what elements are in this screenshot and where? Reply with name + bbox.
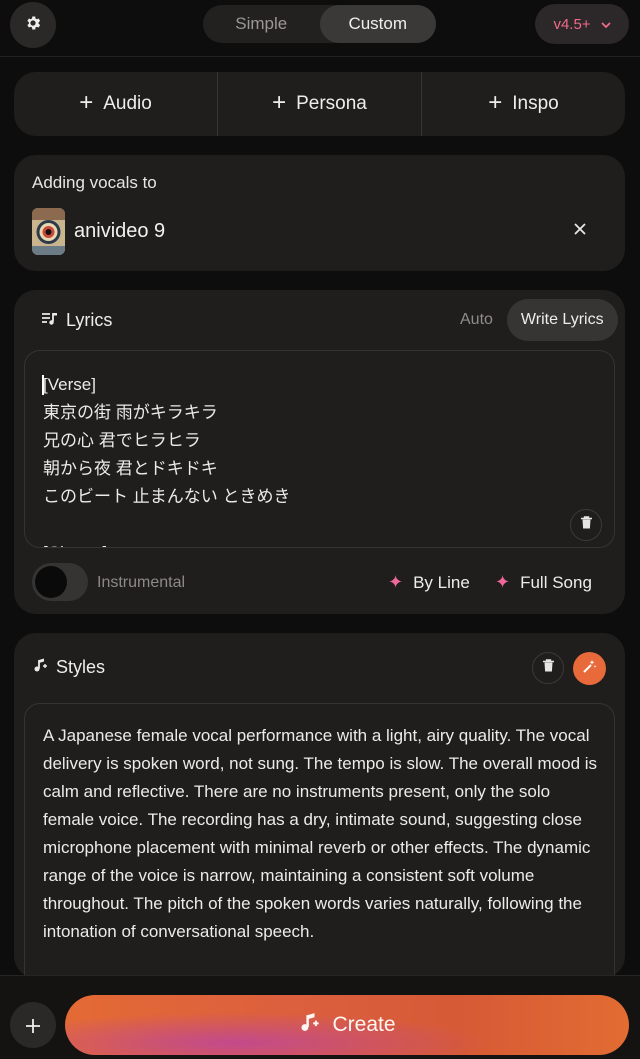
gear-icon bbox=[24, 14, 42, 37]
music-note-icon bbox=[32, 657, 48, 678]
close-icon bbox=[574, 218, 586, 240]
top-bar: Simple Custom v4.5+ bbox=[0, 0, 640, 57]
version-select[interactable]: v4.5+ bbox=[535, 4, 629, 44]
sparkle-icon: ✦ bbox=[495, 572, 511, 592]
add-audio-label: Audio bbox=[103, 93, 152, 114]
chevron-down-icon bbox=[600, 16, 611, 33]
lyrics-header: Lyrics bbox=[42, 310, 112, 331]
create-button[interactable]: Create bbox=[65, 995, 629, 1055]
styles-textarea[interactable]: A Japanese female vocal performance with… bbox=[24, 703, 615, 1003]
lyrics-mode-tabs: Auto Write Lyrics bbox=[446, 299, 618, 341]
generate-styles-button[interactable] bbox=[573, 652, 606, 685]
add-button[interactable] bbox=[10, 1002, 56, 1048]
trash-icon bbox=[542, 659, 554, 677]
lyrics-textarea[interactable]: [Verse] 東京の街 雨がキラキラ 兄の心 君でヒラヒラ 朝から夜 君とドキ… bbox=[24, 350, 615, 548]
add-inspo-label: Inspo bbox=[512, 93, 559, 114]
lyrics-card: Lyrics Auto Write Lyrics [Verse] 東京の街 雨が… bbox=[14, 290, 625, 614]
instrumental-label: Instrumental bbox=[97, 574, 186, 591]
lyrics-text: [Verse] 東京の街 雨がキラキラ 兄の心 君でヒラヒラ 朝から夜 君とドキ… bbox=[43, 375, 291, 547]
magic-wand-icon bbox=[582, 659, 597, 679]
full-song-label: Full Song bbox=[520, 572, 592, 592]
settings-button[interactable] bbox=[10, 2, 56, 48]
instrumental-toggle[interactable] bbox=[32, 563, 88, 601]
tab-custom[interactable]: Custom bbox=[319, 5, 436, 43]
plus-icon: + bbox=[272, 89, 287, 116]
add-inspo-button[interactable]: + Inspo bbox=[421, 72, 625, 136]
styles-title: Styles bbox=[56, 657, 106, 677]
tab-auto[interactable]: Auto bbox=[446, 299, 507, 341]
by-line-button[interactable]: ✦ By Line bbox=[388, 572, 470, 593]
text-caret bbox=[42, 375, 44, 395]
plus-icon bbox=[25, 1010, 41, 1041]
add-persona-label: Persona bbox=[296, 93, 367, 114]
add-persona-button[interactable]: + Persona bbox=[217, 72, 421, 136]
styles-header: Styles bbox=[32, 657, 105, 678]
sparkle-icon: ✦ bbox=[388, 572, 404, 592]
song-cover-image bbox=[32, 208, 65, 255]
trash-icon bbox=[580, 516, 592, 534]
create-music-icon bbox=[298, 1011, 320, 1039]
add-options-row: + Audio + Persona + Inspo bbox=[14, 72, 625, 136]
styles-text: A Japanese female vocal performance with… bbox=[43, 726, 598, 941]
plus-icon: + bbox=[488, 89, 503, 116]
adding-vocals-title: Adding vocals to bbox=[32, 173, 157, 192]
mode-switch: Simple Custom bbox=[203, 5, 436, 43]
add-audio-button[interactable]: + Audio bbox=[14, 72, 217, 136]
toggle-knob bbox=[35, 566, 67, 598]
song-name: anivideo 9 bbox=[74, 220, 166, 242]
bottom-bar: Create bbox=[0, 975, 640, 1059]
plus-icon: + bbox=[79, 89, 94, 116]
lyrics-title: Lyrics bbox=[66, 310, 113, 330]
lyrics-icon bbox=[42, 310, 58, 331]
full-song-button[interactable]: ✦ Full Song bbox=[495, 572, 592, 593]
tab-write-lyrics[interactable]: Write Lyrics bbox=[506, 299, 618, 341]
clear-styles-button[interactable] bbox=[532, 652, 564, 684]
styles-card: Styles A Japanese female vocal performan… bbox=[14, 633, 625, 1003]
remove-song-button[interactable] bbox=[570, 219, 590, 239]
adding-vocals-card: Adding vocals to anivideo 9 bbox=[14, 155, 625, 271]
tab-simple[interactable]: Simple bbox=[203, 5, 320, 43]
create-label: Create bbox=[332, 1013, 396, 1036]
by-line-label: By Line bbox=[413, 572, 470, 592]
clear-lyrics-button[interactable] bbox=[570, 509, 602, 541]
version-label: v4.5+ bbox=[553, 15, 591, 33]
